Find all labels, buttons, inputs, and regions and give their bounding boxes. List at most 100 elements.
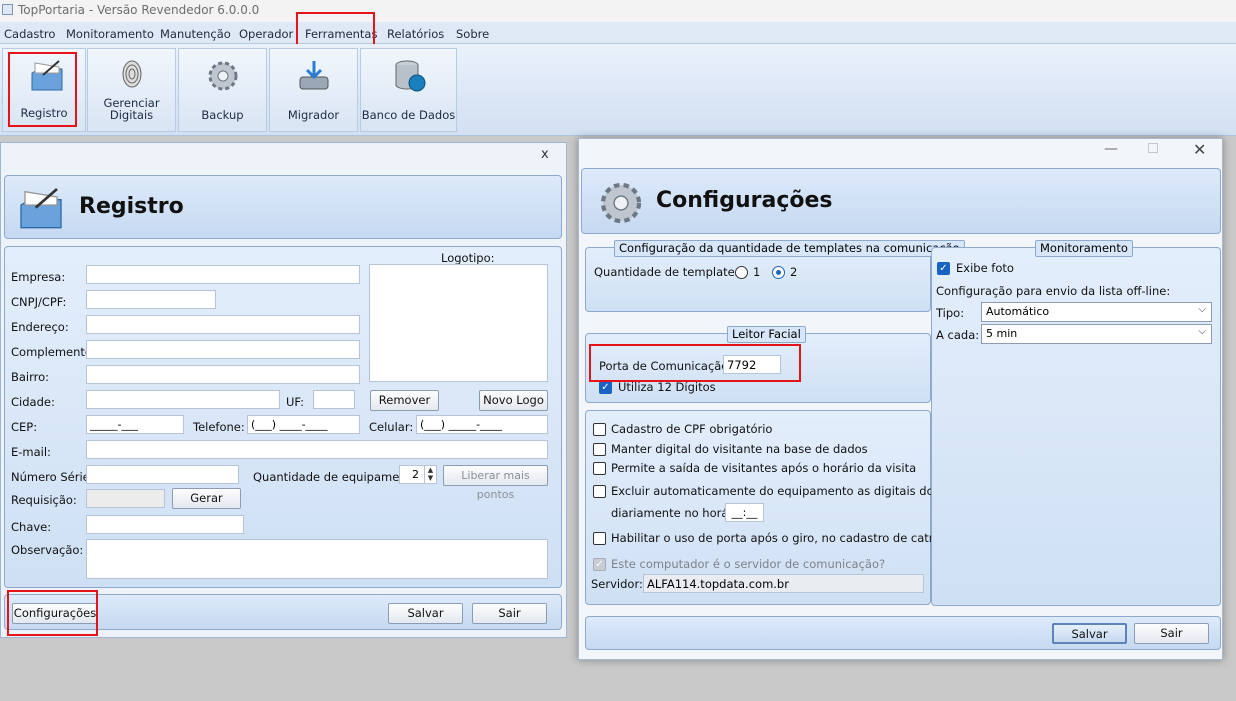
radio-templates-2[interactable] <box>772 266 785 279</box>
app-titlebar: TopPortaria - Versão Revendedor 6.0.0.0 <box>0 0 1236 22</box>
banco-dados-button[interactable]: Banco de Dados <box>360 48 457 132</box>
highlight-registro <box>8 52 77 127</box>
email-label: E-mail: <box>11 445 51 459</box>
gerenciar-digitais-button[interactable]: Gerenciar Digitais <box>87 48 176 132</box>
servidor-label: Servidor: <box>591 577 643 591</box>
permite-saida-label: Permite a saída de visitantes após o hor… <box>611 461 917 475</box>
complemento-label: Complemento: <box>11 345 96 359</box>
endereco-label: Endereço: <box>11 320 69 334</box>
registro-close-button[interactable]: x <box>541 147 549 162</box>
email-input[interactable] <box>86 440 548 459</box>
uf-input[interactable] <box>313 390 355 409</box>
gerar-button[interactable]: Gerar <box>172 488 241 509</box>
cep-input[interactable]: _____-___ <box>86 415 184 434</box>
gear-icon <box>208 61 238 91</box>
highlight-porta <box>589 344 801 382</box>
cnpj-label: CNPJ/CPF: <box>11 295 67 309</box>
minimize-icon[interactable]: — <box>1104 141 1118 157</box>
cnpj-input[interactable] <box>86 290 216 309</box>
maximize-icon <box>1148 143 1158 153</box>
logotipo-box <box>369 264 548 382</box>
close-icon[interactable]: ✕ <box>1193 140 1206 159</box>
chevron-down-icon: ⌵ <box>1198 304 1206 315</box>
menu-relatorios[interactable]: Relatórios <box>387 27 444 41</box>
complemento-input[interactable] <box>86 340 360 359</box>
config-salvar-button[interactable]: Salvar <box>1052 623 1127 644</box>
utiliza-12-checkbox[interactable]: ✓ <box>599 381 612 394</box>
excluir-digitais-checkbox[interactable] <box>593 485 606 498</box>
chave-label: Chave: <box>11 520 52 534</box>
backup-label: Backup <box>201 108 244 122</box>
registro-salvar-button[interactable]: Salvar <box>388 603 463 624</box>
cidade-input[interactable] <box>86 390 280 409</box>
celular-input[interactable]: (___) _____-____ <box>416 415 548 434</box>
numero-serie-label: Número Série: <box>11 470 94 484</box>
radio-templates-1[interactable] <box>735 266 748 279</box>
servidor-comunicacao-label: Este computador é o servidor de comunica… <box>611 557 886 571</box>
registro-sair-button[interactable]: Sair <box>472 603 547 624</box>
templates-group: Configuração da quantidade de templates … <box>585 240 965 312</box>
habilitar-porta-label: Habilitar o uso de porta após o giro, no… <box>611 531 954 545</box>
acada-select[interactable]: 5 min ⌵ <box>981 324 1212 344</box>
leitor-facial-title: Leitor Facial <box>727 326 806 343</box>
menu-manutencao[interactable]: Manutenção <box>160 27 231 41</box>
observacao-label: Observação: <box>11 543 84 557</box>
stepper-arrows-icon[interactable]: ▲ ▼ <box>424 466 436 483</box>
celular-label: Celular: <box>369 420 414 434</box>
telefone-input[interactable]: (___) ____-____ <box>247 415 360 434</box>
bairro-label: Bairro: <box>11 370 50 384</box>
banco-label: Banco de Dados <box>361 108 456 122</box>
config-title: Configurações <box>656 188 833 213</box>
gerenciar-label-2: Digitais <box>109 108 154 122</box>
highlight-configuracoes <box>7 590 98 636</box>
exibe-foto-checkbox[interactable]: ✓ <box>937 262 950 275</box>
exibe-foto-label: Exibe foto <box>956 261 1014 275</box>
menu-operador[interactable]: Operador <box>239 27 293 41</box>
numero-serie-input[interactable] <box>86 465 239 484</box>
monitoramento-group: Monitoramento ✓ Exibe foto Configuração … <box>931 240 1221 606</box>
configuracoes-window: — ✕ Configurações Configuração da quanti… <box>578 138 1223 660</box>
novo-logo-button[interactable]: Novo Logo <box>479 390 548 411</box>
cidade-label: Cidade: <box>11 395 55 409</box>
empresa-input[interactable] <box>86 265 360 284</box>
radio-templates-2-label: 2 <box>790 265 798 279</box>
menu-cadastro[interactable]: Cadastro <box>4 27 55 41</box>
cpf-obrigatorio-checkbox[interactable] <box>593 423 606 436</box>
fingerprint-icon <box>122 60 142 88</box>
logotipo-label: Logotipo: <box>441 251 495 265</box>
permite-saida-checkbox[interactable] <box>593 462 606 475</box>
monitoramento-title: Monitoramento <box>1035 240 1133 257</box>
servidor-comunicacao-checkbox: ✓ <box>593 558 606 571</box>
chave-input[interactable] <box>86 515 244 534</box>
observacao-input[interactable] <box>86 539 548 579</box>
opcoes-group: Cadastro de CPF obrigatório Manter digit… <box>585 410 999 605</box>
config-footer: Salvar Sair <box>585 616 1221 650</box>
servidor-input: ALFA114.topdata.com.br <box>643 574 924 593</box>
toolbar: Registro Gerenciar Digitais Backup Migra… <box>0 44 1236 136</box>
radio-templates-1-label: 1 <box>753 265 761 279</box>
tipo-select[interactable]: Automático ⌵ <box>981 302 1212 322</box>
migrador-icon <box>299 61 329 90</box>
offline-label: Configuração para envio da lista off-lin… <box>936 284 1171 298</box>
menu-monitoramento[interactable]: Monitoramento <box>66 27 154 41</box>
app-icon <box>2 4 13 15</box>
empresa-label: Empresa: <box>11 270 66 284</box>
habilitar-porta-checkbox[interactable] <box>593 532 606 545</box>
migrador-label: Migrador <box>287 108 340 122</box>
registro-header: Registro <box>4 175 562 239</box>
telefone-label: Telefone: <box>193 420 245 434</box>
menu-sobre[interactable]: Sobre <box>456 27 489 41</box>
config-sair-button[interactable]: Sair <box>1134 623 1209 644</box>
bairro-input[interactable] <box>86 365 360 384</box>
endereco-input[interactable] <box>86 315 360 334</box>
migrador-button[interactable]: Migrador <box>269 48 358 132</box>
backup-button[interactable]: Backup <box>178 48 267 132</box>
horario-input[interactable]: __:__ <box>725 503 764 522</box>
tipo-label: Tipo: <box>936 306 965 320</box>
requisicao-label: Requisição: <box>11 493 77 507</box>
database-icon <box>395 60 426 92</box>
remover-button[interactable]: Remover <box>370 390 439 411</box>
uf-label: UF: <box>286 395 305 409</box>
qtd-templates-label: Quantidade de templates: <box>594 265 745 279</box>
manter-digital-checkbox[interactable] <box>593 443 606 456</box>
